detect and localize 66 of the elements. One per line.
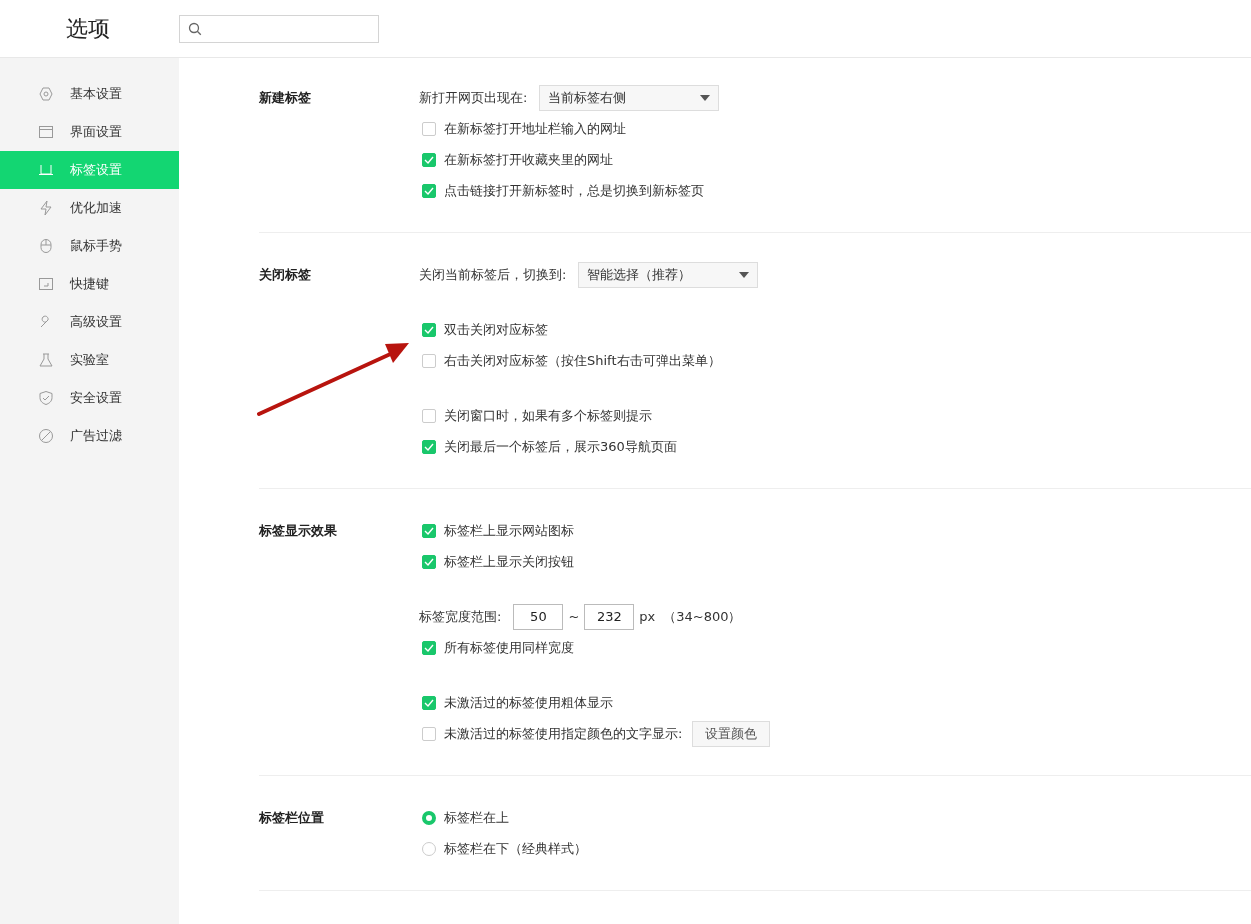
checkbox[interactable] [422,523,436,538]
checkbox-option[interactable]: 未激活过的标签使用粗体显示 [419,693,613,712]
checkbox-option[interactable]: 点击链接打开新标签时，总是切换到新标签页 [419,181,704,200]
checkbox-option[interactable]: 所有标签使用同样宽度 [419,638,574,657]
window-title: 选项 [65,14,111,43]
sidebar-item[interactable]: 高级设置 [0,303,179,341]
min-width-field[interactable]: 50 [513,603,564,630]
sidebar-item[interactable]: 广告过滤 [0,417,179,455]
sidebar-item[interactable]: 实验室 [0,341,179,379]
search-field[interactable] [179,14,379,43]
search-icon [188,21,202,36]
gear-icon [38,86,54,102]
setting-label: 关闭当前标签后，切换到: [419,265,567,284]
checkbox-option[interactable]: 关闭最后一个标签后，展示360导航页面 [419,437,677,456]
sidebar-item[interactable]: 鼠标手势 [0,227,179,265]
checkbox-option[interactable]: 在新标签打开收藏夹里的网址 [419,150,613,169]
window-icon [38,124,54,140]
section-heading: 新建标签 [259,89,312,107]
max-width-field[interactable]: 232 [584,603,635,630]
checkbox[interactable] [422,353,436,368]
range-hint: （34~800） [663,607,742,626]
tab-icon [38,162,54,178]
caret-icon [700,94,711,101]
checkbox[interactable] [422,695,436,710]
checkbox-option[interactable]: 双击关闭对应标签 [419,320,548,339]
dropdown[interactable]: 智能选择（推荐） [578,261,759,288]
unit-label: px [639,609,656,624]
checkbox[interactable] [422,554,436,569]
flask-icon [38,352,54,368]
checkbox[interactable] [422,726,436,741]
checkbox[interactable] [422,152,436,167]
setting-label: 新打开网页出现在: [419,88,528,107]
checkbox[interactable] [422,408,436,423]
keyboard-icon [38,276,54,292]
checkbox[interactable] [422,183,436,198]
checkbox[interactable] [422,640,436,655]
radio-option[interactable]: 标签栏在下（经典样式） [419,839,587,858]
checkbox-option[interactable]: 右击关闭对应标签（按住Shift右击可弹出菜单） [419,351,721,370]
lightning-icon [38,200,54,216]
sidebar-item[interactable]: 优化加速 [0,189,179,227]
checkbox-option[interactable]: 标签栏上显示网站图标 [419,521,574,540]
section-heading: 标签栏位置 [259,809,325,827]
radio-option[interactable]: 标签栏在上 [419,808,509,827]
caret-icon [739,271,750,278]
checkbox-option[interactable]: 未激活过的标签使用指定颜色的文字显示: [419,724,683,743]
block-icon [38,428,54,444]
range-separator: ~ [568,609,580,624]
checkbox[interactable] [422,322,436,337]
section-heading: 标签显示效果 [259,522,338,540]
shield-icon [38,390,54,406]
sidebar-item[interactable]: 基本设置 [0,75,179,113]
sidebar-item[interactable]: 界面设置 [0,113,179,151]
checkbox[interactable] [422,439,436,454]
checkbox-option[interactable]: 标签栏上显示关闭按钮 [419,552,574,571]
sidebar-item[interactable]: 快捷键 [0,265,179,303]
checkbox-option[interactable]: 关闭窗口时，如果有多个标签则提示 [419,406,652,425]
sidebar-item[interactable]: 安全设置 [0,379,179,417]
section-heading: 关闭标签 [259,266,312,284]
mouse-icon [38,238,54,254]
radio-button[interactable] [422,810,436,825]
set-color-button[interactable]: 设置颜色 [692,720,771,747]
dropdown[interactable]: 当前标签右侧 [539,84,720,111]
checkbox-option[interactable]: 在新标签打开地址栏输入的网址 [419,119,626,138]
setting-label: 标签宽度范围: [419,607,502,626]
radio-button[interactable] [422,841,436,856]
checkbox[interactable] [422,121,436,136]
